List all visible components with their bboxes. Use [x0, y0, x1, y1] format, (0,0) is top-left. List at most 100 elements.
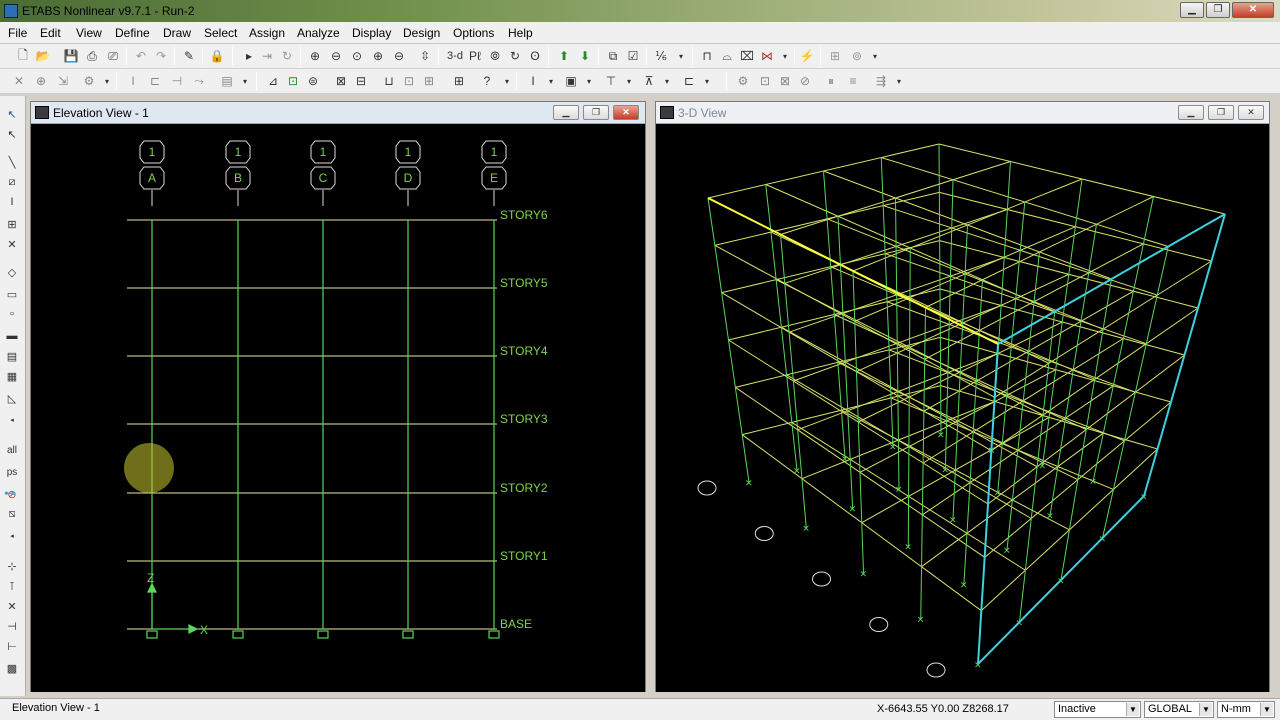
menu-design[interactable]: Design [403, 26, 440, 40]
section-designer-icon[interactable]: I [524, 72, 542, 90]
3d-minimize-button[interactable]: ▁ [1178, 105, 1204, 120]
replicate-icon[interactable]: ✕ [10, 72, 28, 90]
snap-lines-icon[interactable]: ⊢ [3, 638, 21, 654]
menu-options[interactable]: Options [453, 26, 494, 40]
set-display-icon[interactable]: ☑ [624, 47, 642, 65]
elevation-minimize-button[interactable]: ▁ [553, 105, 579, 120]
redo-icon[interactable]: ↷ [152, 47, 170, 65]
3d-view-window[interactable]: 3-D View ▁ ❐ ✕ ✕✕✕✕✕✕✕✕✕✕✕✕✕✕✕✕✕✕✕✕✕✕✕✕✕ [655, 101, 1270, 692]
run-analysis-icon[interactable]: ▸ [240, 47, 258, 65]
object-shrink-icon[interactable]: ⧉ [604, 47, 622, 65]
frame-load-icon[interactable]: ⤳ [190, 72, 208, 90]
refresh-window-icon[interactable]: ✎ [180, 47, 198, 65]
select-all-button[interactable]: all [3, 442, 21, 458]
snap-ends-icon[interactable]: ⊺ [3, 578, 21, 594]
merge-icon[interactable]: ⊕ [32, 72, 50, 90]
zoom-previous-icon[interactable]: ⊙ [348, 47, 366, 65]
snap-intersection-icon[interactable]: ✕ [3, 598, 21, 614]
lock-model-icon[interactable]: 🔒 [208, 47, 226, 65]
group-icon[interactable]: ≡ [844, 72, 862, 90]
diaphragm-icon[interactable]: ⊡ [756, 72, 774, 90]
snap-options-icon[interactable]: ⅙ [652, 47, 670, 65]
new-model-icon[interactable]: 🗋 [14, 47, 32, 65]
units-select[interactable]: N-mm ▼ [1217, 701, 1275, 718]
mass-source-icon[interactable]: ⏸ [822, 72, 840, 90]
snap-fine-grid-icon[interactable]: ▩ [3, 660, 21, 676]
elevation-view-window[interactable]: Elevation View - 1 ▁ ❐ ✕ 1 A 1 B 1 C 1 D… [30, 101, 646, 692]
select-previous-button[interactable]: ps [3, 464, 21, 480]
display-table-icon[interactable]: ⊞ [450, 72, 468, 90]
restore-view-icon[interactable]: ⊖ [327, 47, 345, 65]
draw-dropdown-icon[interactable]: ▾ [776, 47, 794, 65]
expand-left-2-icon[interactable]: ◂ [3, 528, 21, 544]
snap-points-icon[interactable]: ⊹ [3, 558, 21, 574]
pointer-icon[interactable]: ↖ [3, 106, 21, 122]
elevation-restore-button[interactable]: ❐ [583, 105, 609, 120]
frame-type-dropdown-icon[interactable]: ▾ [620, 72, 638, 90]
draw-ramp-icon[interactable]: ◺ [3, 390, 21, 406]
maximize-button[interactable]: ❐ [1206, 2, 1230, 18]
design-dropdown-icon[interactable]: ▾ [866, 47, 884, 65]
elevation-view-titlebar[interactable]: Elevation View - 1 ▁ ❐ ✕ [31, 102, 645, 124]
design-frame-icon[interactable]: ⊞ [826, 47, 844, 65]
menu-file[interactable]: File [8, 26, 27, 40]
undo-icon[interactable]: ↶ [132, 47, 150, 65]
align-icon[interactable]: ⇲ [54, 72, 72, 90]
frame-section-icon[interactable]: I [124, 72, 142, 90]
step-icon[interactable]: ⇥ [258, 47, 276, 65]
show-loads-icon[interactable]: ⊠ [332, 72, 350, 90]
move-down-icon[interactable]: ⬇ [576, 47, 594, 65]
area-dropdown-icon[interactable]: ▾ [580, 72, 598, 90]
print-icon[interactable]: ⎙ [83, 47, 101, 65]
frame-type-icon[interactable]: ⊤ [602, 72, 620, 90]
extrude-icon[interactable]: ⚙ [80, 72, 98, 90]
draw-line-icon[interactable]: ╲ [3, 154, 21, 170]
menu-display[interactable]: Display [352, 26, 391, 40]
draw-brace-icon[interactable]: ⌓ [718, 47, 736, 65]
snap-perpendicular-icon[interactable]: ⊣ [3, 618, 21, 634]
elevation-canvas[interactable]: 1 A 1 B 1 C 1 D 1 E STORY6 STORY5 STORY4… [31, 124, 645, 692]
draw-beam-icon[interactable]: ⊞ [3, 216, 21, 232]
pan-icon[interactable]: ⇳ [416, 47, 434, 65]
assign-dropdown-icon[interactable]: ▾ [236, 72, 254, 90]
status-mode-select[interactable]: Inactive ▼ [1054, 701, 1141, 718]
snap-dropdown-icon[interactable]: ▾ [672, 47, 690, 65]
draw-area-icon[interactable]: ⋈ [758, 47, 776, 65]
extra-options-icon[interactable]: ⇶ [872, 72, 890, 90]
show-tendon-icon[interactable]: ⊞ [420, 72, 438, 90]
spandrel-label-icon[interactable]: ⊘ [796, 72, 814, 90]
display-dropdown-icon[interactable]: ▾ [498, 72, 516, 90]
draw-click-area-icon[interactable]: ▫ [3, 306, 21, 322]
draw-brace-icon[interactable]: ✕ [3, 236, 21, 252]
menu-assign[interactable]: Assign [249, 26, 285, 40]
draw-area-icon[interactable]: ◇ [3, 264, 21, 280]
open-icon[interactable]: 📂 [34, 47, 52, 65]
show-shell-icon[interactable]: ⊟ [352, 72, 370, 90]
show-modes-icon[interactable]: ⊜ [304, 72, 322, 90]
perspective-icon[interactable]: ʘ [526, 47, 544, 65]
menu-help[interactable]: Help [508, 26, 533, 40]
query-icon[interactable]: ? [478, 72, 496, 90]
menu-edit[interactable]: Edit [40, 26, 61, 40]
zoom-window-icon[interactable]: ⊕ [306, 47, 324, 65]
edit-dropdown-icon[interactable]: ▾ [98, 72, 116, 90]
floor-type-icon[interactable]: ⊼ [640, 72, 658, 90]
pier-label-icon[interactable]: ⊠ [776, 72, 794, 90]
shell-assign-icon[interactable]: ▤ [218, 72, 236, 90]
menu-define[interactable]: Define [115, 26, 150, 40]
show-deformed-icon[interactable]: ⊡ [284, 72, 302, 90]
plan-view-icon[interactable]: Pℓ [466, 47, 484, 65]
draw-wall-icon[interactable]: ⌧ [738, 47, 756, 65]
draw-wall-icon[interactable]: ▬ [3, 328, 21, 344]
frame-offset-icon[interactable]: ⊣ [168, 72, 186, 90]
zoom-out-icon[interactable]: ⊖ [390, 47, 408, 65]
select-intersect-icon[interactable]: ⧅ [3, 506, 21, 522]
elevation-view-icon[interactable]: ⦾ [486, 47, 504, 65]
run-analysis-bolt-icon[interactable]: ⚡ [798, 47, 816, 65]
rotate-view-icon[interactable]: ↻ [506, 47, 524, 65]
menu-analyze[interactable]: Analyze [297, 26, 340, 40]
close-button[interactable]: ✕ [1232, 2, 1274, 18]
frame-release-icon[interactable]: ⊏ [146, 72, 164, 90]
3d-canvas[interactable]: ✕✕✕✕✕✕✕✕✕✕✕✕✕✕✕✕✕✕✕✕✕✕✕✕✕ [656, 124, 1269, 692]
reshape-icon[interactable]: ↖ [3, 126, 21, 142]
